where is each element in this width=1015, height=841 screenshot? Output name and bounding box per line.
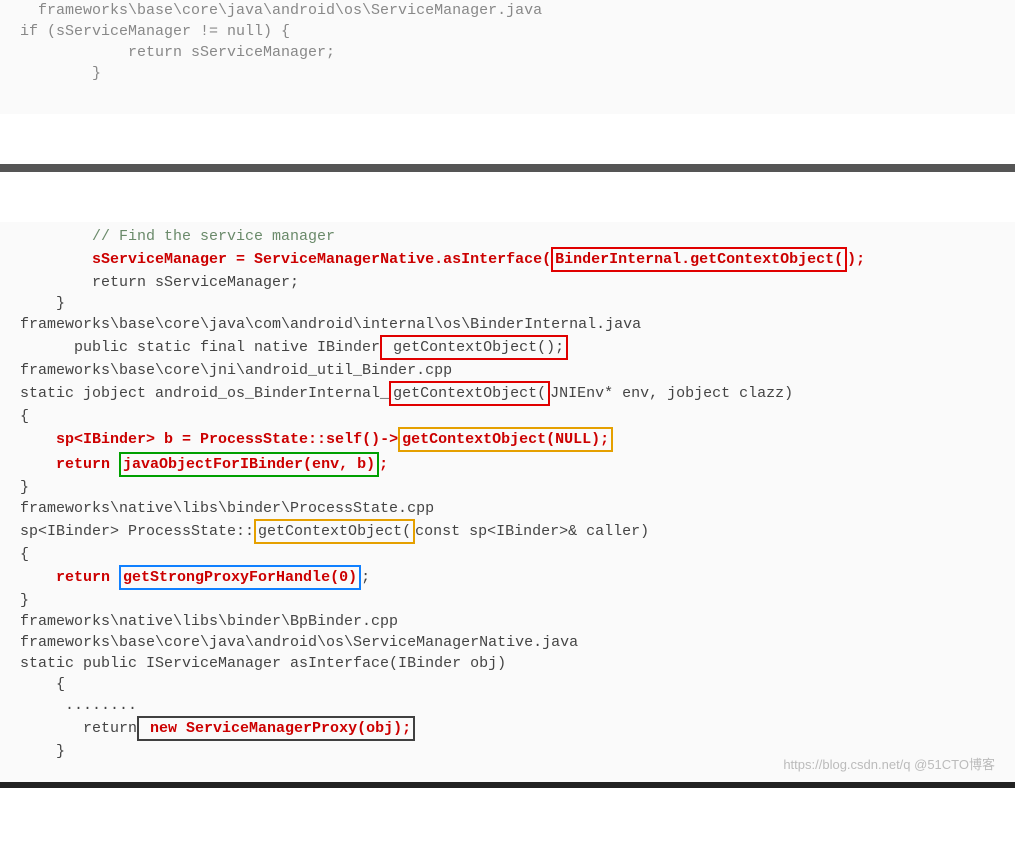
- code-line: }: [20, 293, 995, 314]
- code-line: return javaObjectForIBinder(env, b);: [20, 452, 995, 477]
- code-line: frameworks\native\libs\binder\BpBinder.c…: [20, 611, 995, 632]
- code-line: return new ServiceManagerProxy(obj);: [20, 716, 995, 741]
- code-line: frameworks\native\libs\binder\ProcessSta…: [20, 498, 995, 519]
- code-line: ........: [20, 695, 995, 716]
- watermark-text: https://blog.csdn.net/q @51CTO博客: [783, 756, 995, 774]
- code-line: frameworks\base\core\java\android\os\Ser…: [20, 632, 995, 653]
- bottom-bar: [0, 782, 1015, 788]
- code-line: }: [20, 477, 995, 498]
- code-block-2: // Find the service manager sServiceMana…: [0, 222, 1015, 782]
- code-line: {: [20, 674, 995, 695]
- code-line: sServiceManager = ServiceManagerNative.a…: [20, 247, 995, 272]
- code-line: }: [20, 590, 995, 611]
- code-line: if (sServiceManager != null) {: [20, 21, 995, 42]
- section-divider: [0, 164, 1015, 172]
- code-line: frameworks\base\core\java\com\android\in…: [20, 314, 995, 335]
- code-line: static jobject android_os_BinderInternal…: [20, 381, 995, 406]
- code-line: frameworks\base\core\java\android\os\Ser…: [20, 0, 995, 21]
- code-line: {: [20, 406, 995, 427]
- code-line: return getStrongProxyForHandle(0);: [20, 565, 995, 590]
- code-line: frameworks\base\core\jni\android_util_Bi…: [20, 360, 995, 381]
- code-line: return sServiceManager;: [20, 42, 995, 63]
- code-line: return sServiceManager;: [20, 272, 995, 293]
- code-line: }: [20, 63, 995, 84]
- code-line: sp<IBinder> b = ProcessState::self()->ge…: [20, 427, 995, 452]
- code-block-1: frameworks\base\core\java\android\os\Ser…: [0, 0, 1015, 114]
- code-line: public static final native IBinder getCo…: [20, 335, 995, 360]
- code-line: {: [20, 544, 995, 565]
- code-line: sp<IBinder> ProcessState::getContextObje…: [20, 519, 995, 544]
- code-line: // Find the service manager: [20, 226, 995, 247]
- code-line: static public IServiceManager asInterfac…: [20, 653, 995, 674]
